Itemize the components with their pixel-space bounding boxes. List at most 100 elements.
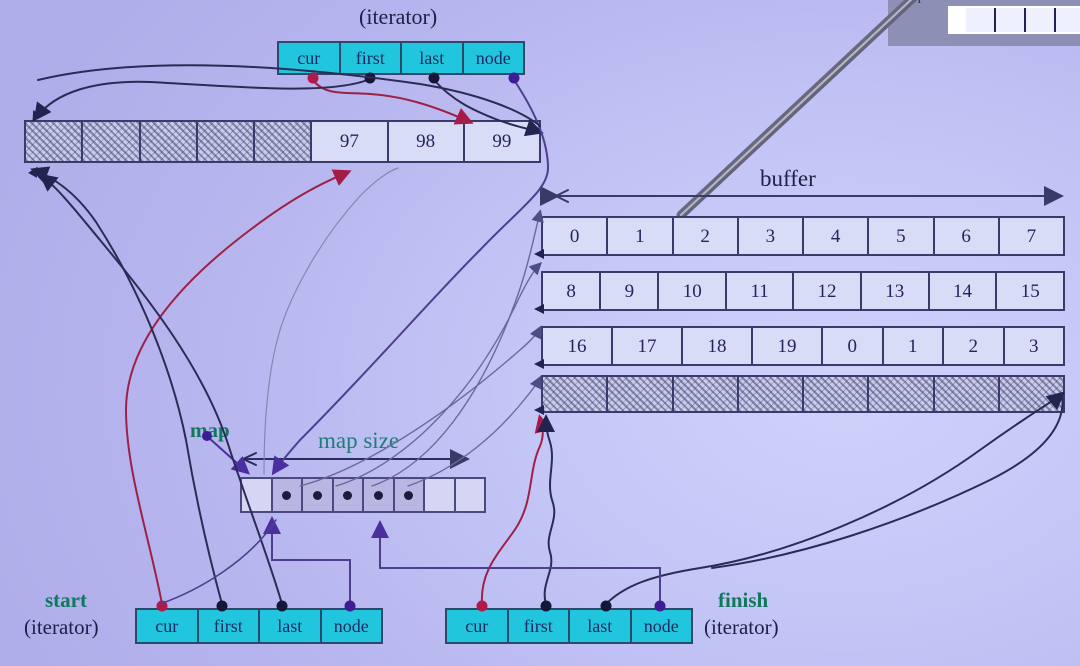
map-size-label: map size	[318, 428, 400, 453]
iterator-finish-field-cur[interactable]: cur	[447, 610, 509, 642]
map-cell	[242, 479, 273, 511]
top-iterator-caption: (iterator)	[359, 4, 438, 29]
map-cell	[455, 479, 484, 511]
iterator-start[interactable]: cur first last node	[135, 608, 383, 644]
buffer-cell: 8	[543, 273, 602, 309]
buffer-cell: 13	[861, 273, 930, 309]
buffer-cell: 6	[934, 218, 1000, 254]
finish-label: finish	[718, 588, 769, 612]
map-cell	[272, 479, 303, 511]
top-array-cell: 97	[312, 122, 389, 161]
top-array-cell	[83, 122, 141, 161]
buffer-cell: 17	[613, 328, 683, 364]
iterator-top-field-first[interactable]: first	[340, 43, 402, 73]
buffer-label: buffer	[760, 166, 816, 191]
map-array	[240, 477, 486, 513]
iterator-start-field-cur[interactable]: cur	[137, 610, 199, 642]
iterator-top-field-node[interactable]: node	[463, 43, 523, 73]
buffer-cell: 7	[999, 218, 1063, 254]
hatched-cell	[673, 377, 739, 411]
buffer-cell: 1	[883, 328, 944, 364]
start-sublabel: (iterator)	[24, 615, 99, 639]
hatched-cell	[738, 377, 804, 411]
wire-finish-cur-to-hatched	[480, 414, 553, 605]
wire-top-first-to-array-left	[33, 78, 371, 122]
wire-finish-last-to-hatched-right	[605, 391, 1066, 605]
buffer-cell: 12	[794, 273, 862, 309]
buffer-cell: 0	[543, 218, 609, 254]
wire-start-last-to-array-left2	[38, 173, 283, 605]
map-label: map	[190, 418, 230, 442]
iterator-start-field-first[interactable]: first	[198, 610, 260, 642]
deque-cell	[1026, 8, 1056, 32]
buffer-cell: 2	[944, 328, 1005, 364]
deque-cell	[966, 8, 996, 32]
map-cell	[303, 479, 334, 511]
buffer-cell: 18	[683, 328, 753, 364]
start-label: start	[45, 588, 87, 612]
buffer-span-arrow-left-head	[555, 189, 569, 203]
wire-right-return	[711, 393, 1064, 569]
buffer-row-1: 0 1 2 3 4 5 6 7	[541, 216, 1065, 256]
buffer-cell: 14	[929, 273, 998, 309]
buffer-cell: 5	[869, 218, 935, 254]
buffer-row-3: 16 17 18 19 0 1 2 3	[541, 326, 1065, 366]
slide-canvas: Deque: (iterator) cur first last node	[0, 0, 1080, 666]
buffer-cell: 10	[659, 273, 728, 309]
buffer-cell: 3	[738, 218, 804, 254]
wire-top-cur-to-99	[312, 79, 474, 125]
buffer-cell: 1	[608, 218, 674, 254]
top-array-cell	[26, 122, 84, 161]
wire-start-cur-to-array	[124, 169, 352, 605]
wire-start-node-to-map	[263, 516, 351, 605]
top-array-cell	[140, 122, 198, 161]
top-array-cell	[255, 122, 313, 161]
wire-finish-node-to-map	[371, 520, 661, 605]
iterator-finish-field-first[interactable]: first	[508, 610, 570, 642]
iterator-start-field-node[interactable]: node	[321, 610, 381, 642]
wire-finish-first-to-hatched	[537, 414, 556, 605]
top-array-cell: 98	[388, 122, 465, 161]
hatched-cell	[869, 377, 935, 411]
iterator-top-field-last[interactable]: last	[402, 43, 464, 73]
deque-cell	[996, 8, 1026, 32]
top-array-cell	[197, 122, 255, 161]
wire-map-to-buffer-row3	[299, 325, 542, 487]
top-array: 97 98 99	[24, 120, 541, 163]
hatched-cell	[934, 377, 1000, 411]
iterator-finish-field-last[interactable]: last	[570, 610, 632, 642]
buffer-row-2: 8 9 10 11 12 13 14 15	[541, 271, 1065, 311]
finish-sublabel: (iterator)	[704, 615, 779, 639]
buffer-cell: 3	[1004, 328, 1063, 364]
buffer-cell: 0	[823, 328, 884, 364]
hatched-cell	[999, 377, 1063, 411]
iterator-finish[interactable]: cur first last node	[445, 608, 693, 644]
deque-panel-label: Deque:	[896, 0, 939, 5]
wire-map-bottom-branch	[159, 519, 277, 605]
buffer-cell: 11	[727, 273, 795, 309]
deque-cell	[1056, 8, 1080, 32]
buffer-cell: 4	[804, 218, 870, 254]
map-cell	[364, 479, 395, 511]
map-cell	[425, 479, 456, 511]
wire-map-to-bottom-hatched	[407, 375, 542, 487]
hatched-cell	[804, 377, 870, 411]
buffer-cell: 9	[601, 273, 660, 309]
iterator-start-field-last[interactable]: last	[260, 610, 322, 642]
map-cell	[333, 479, 364, 511]
top-array-cell: 99	[464, 122, 539, 161]
buffer-cell: 15	[997, 273, 1064, 309]
buffer-cell: 2	[673, 218, 739, 254]
hatched-cell	[543, 377, 609, 411]
wire-start-first-to-array-left	[30, 166, 223, 605]
buffer-cell: 16	[543, 328, 613, 364]
iterator-top-field-cur[interactable]: cur	[279, 43, 341, 73]
iterator-finish-field-node[interactable]: node	[631, 610, 691, 642]
iterator-top[interactable]: cur first last node	[277, 41, 525, 75]
map-size-arrow-left-head	[242, 452, 257, 466]
deque-panel-cells	[966, 8, 1080, 32]
deque-panel: Deque:	[888, 0, 1080, 46]
arrowhead-top-array-left-b	[28, 166, 38, 178]
hatched-cell	[608, 377, 674, 411]
buffer-cell: 19	[753, 328, 823, 364]
